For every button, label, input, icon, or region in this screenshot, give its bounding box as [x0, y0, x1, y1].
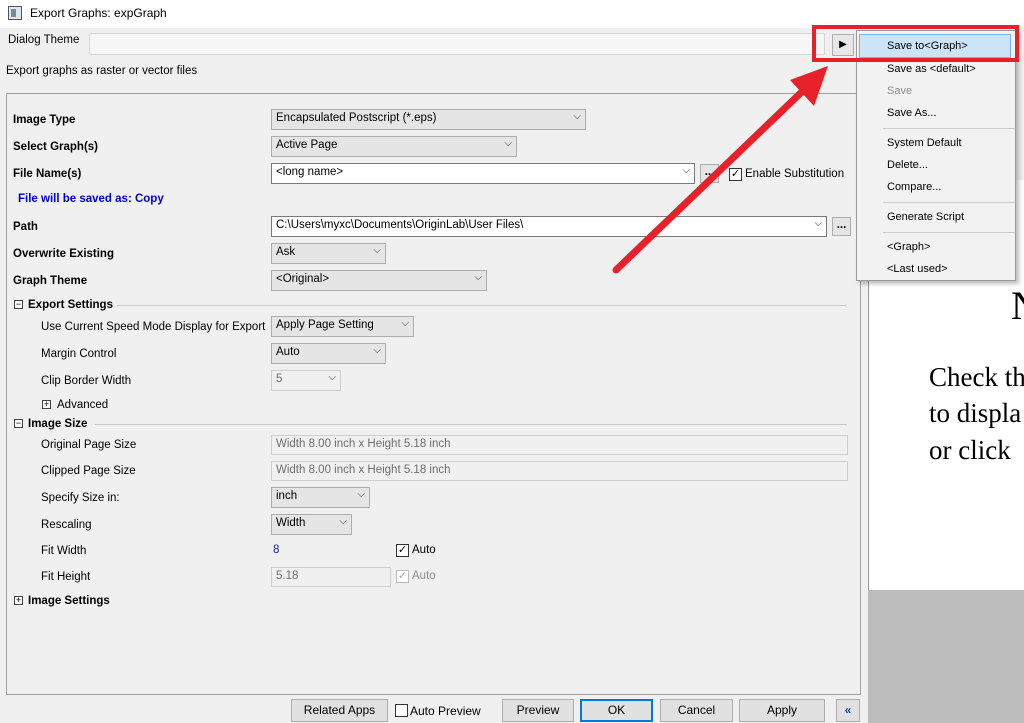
advanced-expand-icon[interactable]: + — [42, 400, 51, 409]
margin-control-select[interactable]: Auto ⌵ — [271, 343, 386, 364]
fit-width-auto-checkbox[interactable]: ✓ — [396, 544, 409, 557]
menu-item-compare[interactable]: Compare... — [887, 181, 941, 193]
original-size-field: Width 8.00 inch x Height 5.18 inch — [271, 435, 848, 455]
app-icon — [8, 6, 22, 20]
graph-theme-select[interactable]: <Original> ⌵ — [271, 270, 487, 291]
menu-item-system-default[interactable]: System Default — [887, 137, 962, 149]
menu-item-generate-script[interactable]: Generate Script — [887, 211, 964, 223]
chevron-down-icon: ⌵ — [504, 138, 512, 149]
file-name-value: <long name> — [276, 166, 344, 178]
dialog-theme-field[interactable] — [89, 33, 825, 55]
preview-text-line-3: or click — [929, 435, 1011, 465]
fit-height-field: 5.18 — [271, 567, 391, 587]
export-settings-header[interactable]: Export Settings — [28, 299, 113, 311]
related-apps-button[interactable]: Related Apps — [291, 699, 388, 722]
annotation-highlight-box — [812, 25, 1019, 62]
window-title: Export Graphs: expGraph — [30, 6, 167, 20]
image-type-label: Image Type — [13, 114, 76, 126]
fit-height-auto-label: Auto — [412, 570, 436, 582]
preview-heading: N — [1011, 282, 1024, 329]
original-size-label: Original Page Size — [41, 439, 137, 451]
image-size-collapse-icon[interactable]: − — [14, 419, 23, 428]
saved-as-text: File will be saved as: Copy — [18, 193, 164, 205]
fit-width-label: Fit Width — [41, 545, 87, 557]
path-value: C:\Users\myxc\Documents\OriginLab\User F… — [276, 219, 524, 231]
divider — [95, 424, 847, 425]
fit-width-value[interactable]: 8 — [273, 544, 279, 556]
menu-item-save: Save — [887, 85, 913, 97]
clip-border-select[interactable]: 5 ⌵ — [271, 370, 341, 391]
speed-mode-label: Use Current Speed Mode Display for Expor… — [41, 321, 266, 333]
menu-item-graph[interactable]: <Graph> — [887, 241, 930, 253]
chevron-down-icon: ⌵ — [328, 372, 336, 383]
fit-width-auto-label: Auto — [412, 544, 436, 556]
auto-preview-checkbox[interactable] — [395, 704, 408, 717]
image-settings-header[interactable]: Image Settings — [28, 595, 110, 607]
menu-item-save-as[interactable]: Save As... — [887, 107, 937, 119]
ok-button[interactable]: OK — [580, 699, 653, 722]
graph-theme-value: <Original> — [276, 273, 330, 285]
graph-theme-label: Graph Theme — [13, 275, 88, 287]
image-type-select[interactable]: Encapsulated Postscript (*.eps) ⌵ — [271, 109, 586, 130]
chevron-down-icon: ⌵ — [373, 345, 381, 356]
image-type-value: Encapsulated Postscript (*.eps) — [276, 112, 437, 124]
theme-dropdown-menu: Save to<Graph> Save as <default> Save Sa… — [856, 30, 1016, 281]
clip-border-value: 5 — [276, 373, 283, 385]
dialog-theme-label: Dialog Theme — [8, 34, 80, 46]
cancel-button[interactable]: Cancel — [660, 699, 733, 722]
apply-button[interactable]: Apply — [739, 699, 825, 722]
collapse-panel-button[interactable]: « — [836, 699, 860, 722]
menu-divider — [883, 232, 1015, 233]
image-settings-expand-icon[interactable]: + — [14, 596, 23, 605]
preview-text-line-2: to displa — [929, 398, 1022, 428]
select-graphs-select[interactable]: Active Page ⌵ — [271, 136, 517, 157]
speed-mode-value: Apply Page Setting — [276, 319, 374, 331]
menu-divider — [883, 202, 1015, 203]
select-graphs-label: Select Graph(s) — [13, 141, 98, 153]
fit-height-auto-checkbox[interactable]: ✓ — [396, 570, 409, 583]
chevron-down-icon: ⌵ — [573, 111, 581, 122]
dialog-description: Export graphs as raster or vector files — [6, 65, 198, 77]
menu-item-delete[interactable]: Delete... — [887, 159, 928, 171]
margin-control-label: Margin Control — [41, 348, 117, 360]
rescaling-value: Width — [276, 517, 306, 529]
margin-control-value: Auto — [276, 346, 300, 358]
clip-border-label: Clip Border Width — [41, 375, 132, 387]
specify-size-label: Specify Size in: — [41, 492, 120, 504]
path-label: Path — [13, 221, 38, 233]
rescaling-select[interactable]: Width ⌵ — [271, 514, 352, 535]
specify-size-value: inch — [276, 490, 298, 502]
menu-item-last-used[interactable]: <Last used> — [887, 263, 948, 275]
auto-preview-label: Auto Preview — [410, 704, 481, 718]
clipped-size-label: Clipped Page Size — [41, 465, 136, 477]
menu-item-save-as-default[interactable]: Save as <default> — [887, 63, 976, 75]
overwrite-select[interactable]: Ask ⌵ — [271, 243, 386, 264]
chevron-down-icon: ⌵ — [401, 318, 409, 329]
overwrite-label: Overwrite Existing — [13, 248, 114, 260]
preview-text-line-1: Check th — [929, 362, 1024, 392]
preview-background — [868, 590, 1024, 723]
specify-size-select[interactable]: inch ⌵ — [271, 487, 370, 508]
rescaling-label: Rescaling — [41, 519, 92, 531]
image-size-header[interactable]: Image Size — [28, 418, 87, 430]
chevron-down-icon: ⌵ — [373, 245, 381, 256]
export-settings-collapse-icon[interactable]: − — [14, 300, 23, 309]
fit-height-label: Fit Height — [41, 571, 91, 583]
chevron-down-icon: ⌵ — [339, 516, 347, 527]
select-graphs-value: Active Page — [276, 139, 338, 151]
file-name-label: File Name(s) — [13, 168, 82, 180]
preview-button[interactable]: Preview — [502, 699, 574, 722]
annotation-arrow-icon — [612, 66, 828, 274]
chevron-down-icon: ⌵ — [357, 489, 365, 500]
clipped-size-field: Width 8.00 inch x Height 5.18 inch — [271, 461, 848, 481]
advanced-header[interactable]: Advanced — [57, 399, 108, 411]
overwrite-value: Ask — [276, 246, 296, 258]
divider — [117, 305, 847, 306]
menu-divider — [883, 128, 1015, 129]
chevron-down-icon: ⌵ — [474, 272, 482, 283]
speed-mode-select[interactable]: Apply Page Setting ⌵ — [271, 316, 414, 337]
